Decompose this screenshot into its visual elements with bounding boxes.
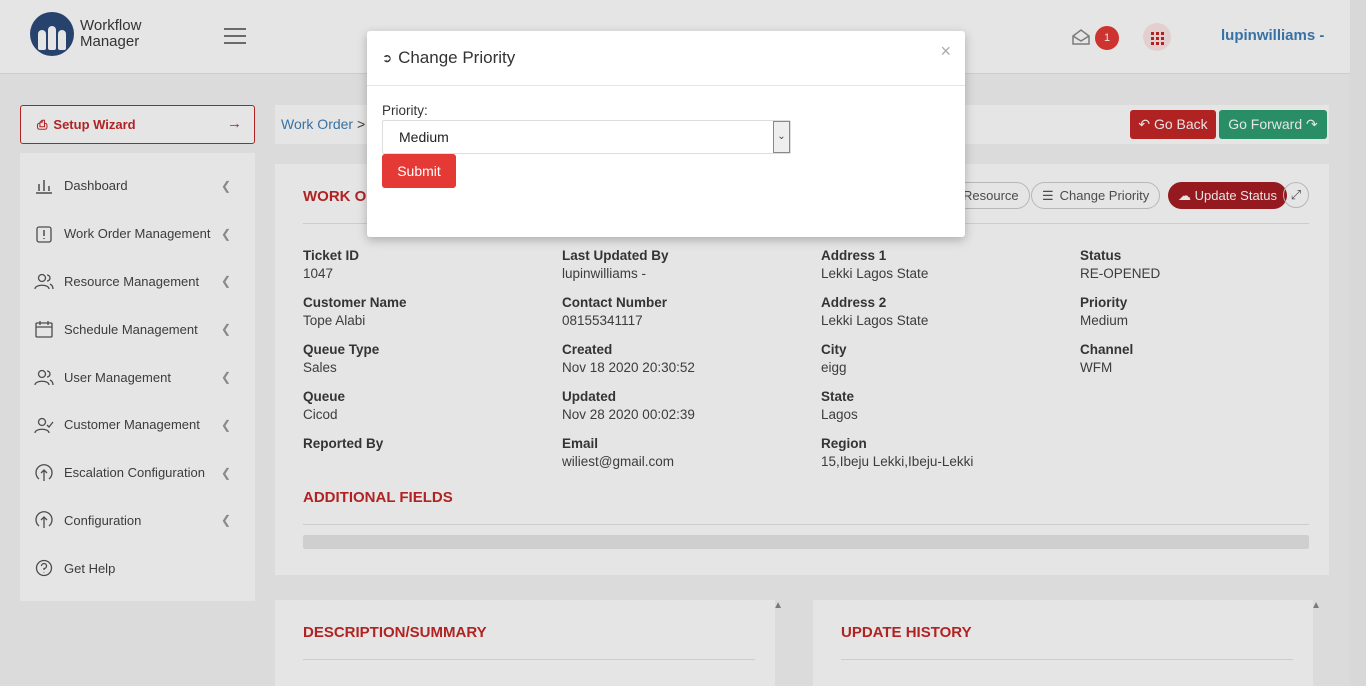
change-priority-modal: ➲ Change Priority × Priority: Medium ⌄ S… (367, 31, 965, 237)
close-icon[interactable]: × (940, 41, 951, 62)
modal-header: ➲ Change Priority (367, 31, 965, 86)
priority-label: Priority: (382, 103, 428, 118)
submit-button[interactable]: Submit (382, 154, 456, 188)
chevron-down-icon: ⌄ (773, 121, 790, 153)
modal-body: Priority: Medium ⌄ Submit (367, 86, 965, 205)
priority-select[interactable]: Medium ⌄ (382, 120, 791, 154)
priority-selected-value: Medium (399, 129, 449, 145)
sign-in-icon: ➲ (382, 51, 393, 65)
modal-title: Change Priority (398, 48, 516, 67)
